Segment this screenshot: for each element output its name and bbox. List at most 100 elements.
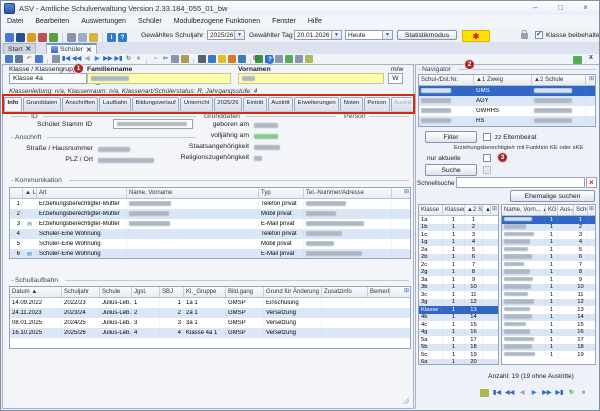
column-header-tel-nummer-adresse[interactable]: Tel.-Nummer/Adresse xyxy=(304,188,392,198)
tab-grunddaten[interactable]: Grunddaten xyxy=(23,97,61,111)
maximize-button[interactable]: □ xyxy=(552,2,569,13)
table-row[interactable]: 3✉Erziehungsberechtigter-MutterE-Mail pr… xyxy=(10,219,410,229)
table-row[interactable]: 18 xyxy=(502,269,595,277)
refresh-icon[interactable]: ↻ xyxy=(124,55,132,63)
table-row[interactable]: 1g14 xyxy=(419,239,498,247)
save-icon[interactable] xyxy=(15,55,23,63)
column-header-klassen[interactable]: Klassen... xyxy=(443,205,465,215)
column-header-datum[interactable]: Datum ▲ xyxy=(10,287,62,297)
column-header-blank[interactable] xyxy=(10,188,23,198)
menu-auswertungen[interactable]: Auswertungen xyxy=(75,18,132,25)
column-config-icon[interactable]: ⊞ xyxy=(491,205,498,215)
card-icon[interactable] xyxy=(305,55,313,63)
fast-next-icon[interactable]: ▶▶ xyxy=(103,55,112,63)
column-header-name-vorname[interactable]: Name, Vorname xyxy=(127,188,259,198)
alert-button[interactable]: ✱ xyxy=(462,30,490,42)
column-header-1[interactable]: ▲1 xyxy=(483,205,491,215)
menu-datei[interactable]: Datei xyxy=(1,18,29,25)
schuljahr-select[interactable]: 2025/26 ▼ xyxy=(207,30,245,40)
menu-fenster[interactable]: Fenster xyxy=(266,18,302,25)
cut-icon[interactable]: ✂ xyxy=(161,55,169,63)
table-row[interactable]: 4b114 xyxy=(419,314,498,322)
table-row[interactable]: RS xyxy=(419,116,595,126)
stop-icon[interactable]: ■ xyxy=(579,389,587,397)
table-row[interactable]: GWRHS xyxy=(419,106,595,116)
mw-field[interactable]: W xyxy=(388,73,403,84)
last-record-icon[interactable]: ▶▮ xyxy=(114,55,122,63)
tab-unterricht[interactable]: Unterricht xyxy=(180,97,213,111)
table-row[interactable]: 13 xyxy=(502,231,595,239)
column-header-schul-dst-nr[interactable]: Schul-/Dst.Nr. xyxy=(419,75,474,85)
column-header-sbj[interactable]: SBJ xyxy=(160,287,184,297)
table-row[interactable]: 6a120 xyxy=(419,359,498,366)
window-icon[interactable] xyxy=(35,55,43,63)
table-row[interactable]: 2b16 xyxy=(419,254,498,262)
column-config-icon[interactable]: ⊞ xyxy=(403,287,410,297)
minimize-button[interactable]: – xyxy=(527,2,544,13)
window-new-icon[interactable] xyxy=(78,33,87,42)
close-icon[interactable]: ✕ xyxy=(86,46,92,54)
tab-anschriften[interactable]: Anschriften xyxy=(62,97,98,111)
table-row[interactable]: 1c13 xyxy=(419,231,498,239)
table-row[interactable]: 6✉Schüler-Eine WohnungE-Mail privat xyxy=(10,249,410,259)
table-row[interactable]: 15 xyxy=(502,246,595,254)
table-row[interactable]: 19 xyxy=(502,276,595,284)
table-row[interactable]: 5Schüler-Eine WohnungMobil privat xyxy=(10,239,410,249)
refresh-icon[interactable]: ↻ xyxy=(567,389,575,397)
history-icon[interactable] xyxy=(238,55,246,63)
tab-erweiterungen[interactable]: Erweiterungen xyxy=(294,97,339,111)
fast-prev-icon[interactable]: ◀◀ xyxy=(505,389,514,397)
suche-button[interactable]: Suche xyxy=(425,164,477,176)
nur-aktuelle-checkbox[interactable] xyxy=(483,154,491,162)
table-row[interactable]: 112 xyxy=(502,299,595,307)
elternbeirat-checkbox[interactable] xyxy=(483,133,491,141)
table-row[interactable]: 113 xyxy=(502,306,595,314)
table-row[interactable]: 2g18 xyxy=(419,269,498,277)
column-header-aus[interactable]: Aus-/... xyxy=(558,205,574,215)
column-config-icon[interactable]: ⊞ xyxy=(588,75,595,85)
monitor-icon[interactable] xyxy=(275,55,283,63)
table-row[interactable]: 1a11 xyxy=(419,216,498,224)
filter-button[interactable]: Filter xyxy=(425,131,477,143)
alert-icon[interactable] xyxy=(228,55,236,63)
tab-noten[interactable]: Noten xyxy=(340,97,363,111)
klasse-field[interactable]: Klasse 4a xyxy=(9,73,87,84)
table-row[interactable]: 114 xyxy=(502,314,595,322)
table-row[interactable]: 4Schüler-Eine WohnungTelefon privat xyxy=(10,229,410,239)
folder-icon[interactable] xyxy=(67,33,76,42)
table-row[interactable]: 5c119 xyxy=(419,351,498,359)
tag-field[interactable]: 20.01.2026 ▼ xyxy=(294,30,342,40)
column-header-art[interactable]: Art xyxy=(37,188,127,198)
table-row[interactable]: 14 xyxy=(502,239,595,247)
table-row[interactable]: 3g112 xyxy=(419,299,498,307)
tab-laufbahn[interactable]: Laufbahn xyxy=(99,97,131,111)
table-row[interactable]: 117 xyxy=(502,336,595,344)
hint-icon[interactable] xyxy=(218,55,226,63)
tab-2025-26[interactable]: 2025/26 xyxy=(214,97,242,111)
familienname-field[interactable] xyxy=(87,73,231,84)
table-row[interactable]: 4c115 xyxy=(419,321,498,329)
column-header-sch[interactable]: Schü... xyxy=(574,205,588,215)
table-row[interactable]: 17 xyxy=(502,261,595,269)
column-header-name-vorn[interactable]: Name, Vorn... ▲ xyxy=(502,205,546,215)
chart-orange-icon[interactable] xyxy=(27,33,36,42)
table-row[interactable]: 12 xyxy=(502,224,595,232)
suche-option-checkbox[interactable] xyxy=(483,166,491,174)
table-row[interactable]: GMS xyxy=(419,86,595,96)
new-record-icon[interactable] xyxy=(5,55,13,63)
column-header-klasse[interactable]: Klasse xyxy=(419,205,443,215)
column-header-kg[interactable]: KG xyxy=(546,205,558,215)
tab-schueler[interactable]: Schüler ✕ xyxy=(46,43,97,54)
column-header-typ[interactable]: Typ xyxy=(259,188,304,198)
column-config-icon[interactable]: ⊞ xyxy=(403,188,410,198)
table-row[interactable]: 2a15 xyxy=(419,246,498,254)
next-record-icon[interactable]: ▶ xyxy=(93,55,101,63)
menu-bearbeiten[interactable]: Bearbeiten xyxy=(29,18,75,25)
table-row[interactable]: 5b118 xyxy=(419,344,498,352)
column-header-bild-gang[interactable]: Bild.gang xyxy=(226,287,264,297)
table-row[interactable]: 2c17 xyxy=(419,261,498,269)
column-header-schuljahr[interactable]: Schuljahr xyxy=(62,287,100,297)
close-icon[interactable]: ✕ xyxy=(25,45,31,53)
table-row[interactable]: 3c111 xyxy=(419,291,498,299)
modules-icon[interactable] xyxy=(5,33,14,42)
